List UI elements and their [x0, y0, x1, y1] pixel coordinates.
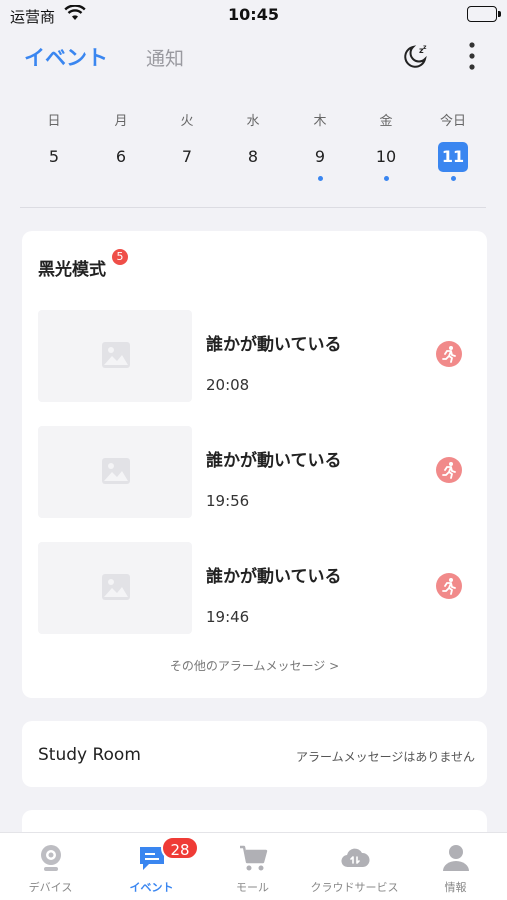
camera-name: Study Room	[38, 745, 141, 765]
event-item[interactable]: 誰かが動いている 20:08	[38, 310, 472, 402]
camera-card[interactable]: 黑光模式 5 誰かが動いている 20:08 誰かが動いている 19:56 誰かが…	[22, 231, 487, 698]
day-item-today[interactable]: 今日 11	[433, 112, 473, 181]
day-item[interactable]: 水 8	[233, 112, 273, 172]
day-item[interactable]: 木 9	[300, 112, 340, 181]
event-time: 20:08	[206, 376, 250, 394]
weekday-label: 月	[114, 114, 128, 129]
sleep-mode-icon[interactable]: zz	[400, 42, 430, 72]
top-tabs: イベント 通知 zz	[0, 36, 507, 80]
event-time: 19:46	[206, 608, 250, 626]
more-alarms-link[interactable]: その他のアラームメッセージ >	[22, 657, 487, 674]
user-icon	[441, 843, 471, 873]
date-label: 10	[375, 147, 397, 166]
date-strip: 日 5 月 6 火 7 水 8 木 9 金 10 今日 11	[20, 112, 486, 208]
weekday-label: 日	[47, 114, 61, 129]
status-bar: 运营商 10:45	[0, 0, 507, 30]
day-item[interactable]: 月 6	[101, 112, 141, 172]
cart-icon	[238, 843, 268, 873]
day-item[interactable]: 火 7	[167, 112, 207, 172]
event-title: 誰かが動いている	[206, 451, 342, 471]
date-label: 5	[48, 147, 60, 166]
image-placeholder-icon	[102, 342, 130, 368]
image-placeholder-icon	[102, 458, 130, 484]
tab-events-bottom[interactable]: 28 イベント	[101, 833, 202, 900]
event-title: 誰かが動いている	[206, 335, 342, 355]
day-item[interactable]: 日 5	[34, 112, 74, 172]
tab-mall[interactable]: モール	[202, 833, 303, 900]
event-item[interactable]: 誰かが動いている 19:56	[38, 426, 472, 518]
bottom-tab-bar: デバイス 28 イベント モール クラウドサービス 情報	[0, 832, 507, 900]
tab-label: モール	[236, 881, 269, 894]
event-dot	[450, 176, 456, 181]
tab-devices[interactable]: デバイス	[0, 833, 101, 900]
tab-cloud[interactable]: クラウドサービス	[304, 833, 405, 900]
date-label: 9	[314, 147, 326, 166]
event-title: 誰かが動いている	[206, 567, 342, 587]
snapshot-thumbnail[interactable]	[38, 310, 192, 402]
weekday-label: 金	[379, 114, 393, 129]
weekday-label: 今日	[439, 114, 466, 129]
tab-label: イベント	[129, 881, 174, 894]
tab-label: クラウドサービス	[310, 881, 399, 894]
weekday-label: 木	[313, 114, 327, 129]
weekday-label: 水	[246, 114, 260, 129]
tab-events[interactable]: イベント	[24, 42, 108, 72]
notification-count-badge: 28	[161, 836, 199, 860]
snapshot-thumbnail[interactable]	[38, 426, 192, 518]
event-item[interactable]: 誰かが動いている 19:46	[38, 542, 472, 634]
camera-icon	[36, 843, 66, 873]
unread-badge: 5	[112, 249, 128, 265]
battery-icon	[467, 6, 501, 22]
date-label: 8	[247, 147, 259, 166]
motion-person-icon	[436, 457, 462, 483]
event-dot	[383, 176, 389, 181]
camera-name: 黑光模式	[38, 260, 106, 280]
day-item[interactable]: 金 10	[366, 112, 406, 181]
snapshot-thumbnail[interactable]	[38, 542, 192, 634]
date-label: 6	[115, 147, 127, 166]
more-vertical-icon[interactable]	[462, 40, 482, 74]
weekday-label: 火	[180, 114, 194, 129]
motion-person-icon	[436, 573, 462, 599]
cloud-icon	[340, 843, 370, 873]
date-label-selected: 11	[438, 142, 468, 172]
image-placeholder-icon	[102, 574, 130, 600]
motion-person-icon	[436, 341, 462, 367]
event-time: 19:56	[206, 492, 250, 510]
date-label: 7	[181, 147, 193, 166]
tab-label: デバイス	[28, 881, 73, 894]
camera-card[interactable]: Study Room アラームメッセージはありません	[22, 721, 487, 787]
tab-info[interactable]: 情報	[405, 833, 506, 900]
event-dot	[317, 176, 323, 181]
no-alarm-message: アラームメッセージはありません	[295, 750, 475, 764]
clock: 10:45	[228, 5, 279, 24]
svg-text:z: z	[423, 44, 427, 51]
tab-label: 情報	[444, 881, 467, 894]
tab-notifications[interactable]: 通知	[146, 44, 184, 71]
